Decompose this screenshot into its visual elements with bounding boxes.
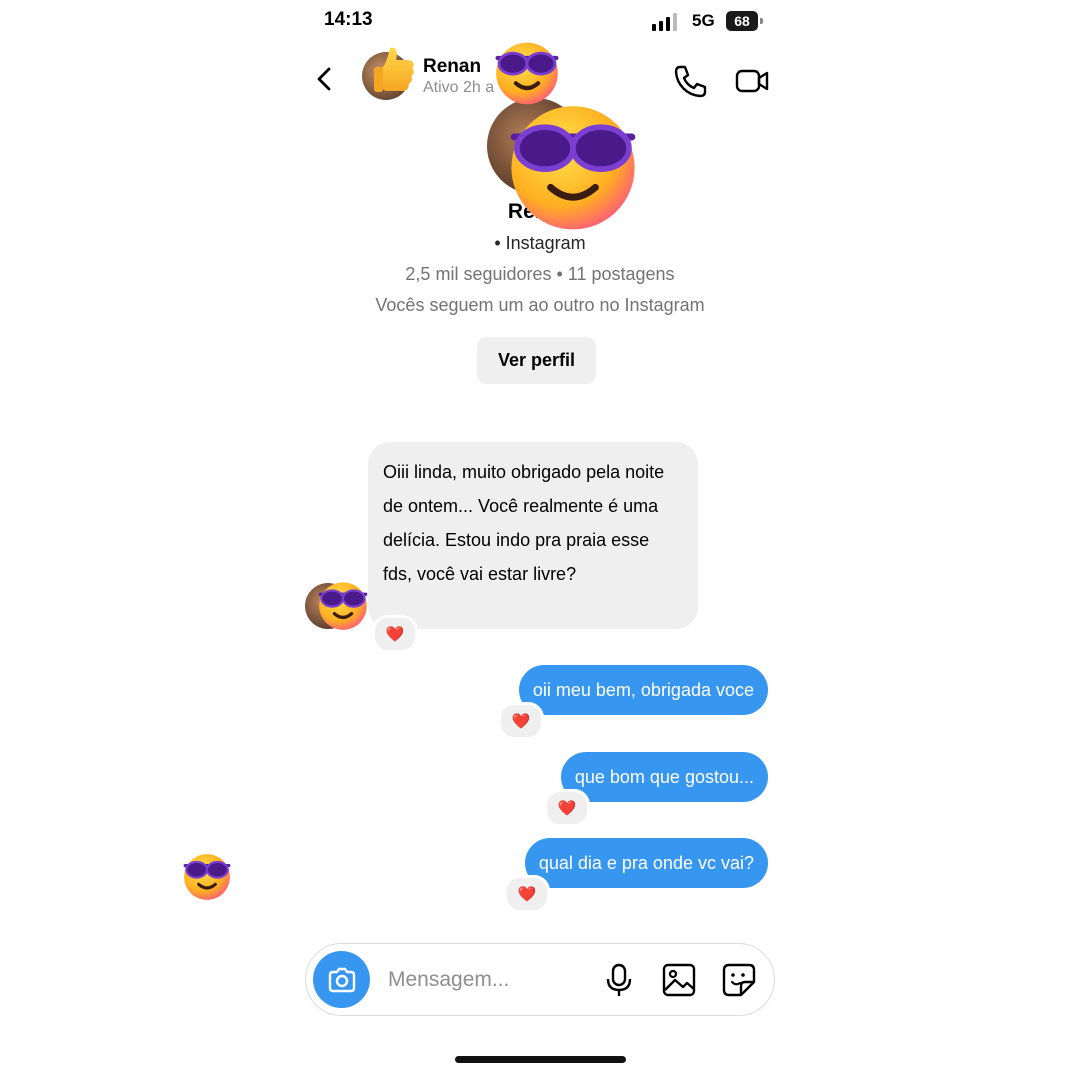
sticker-icon[interactable] — [721, 962, 757, 998]
gallery-icon[interactable] — [661, 962, 697, 998]
message-reaction[interactable]: ❤️ — [504, 875, 550, 913]
microphone-icon[interactable] — [601, 962, 637, 998]
sunglasses-emoji-sticker — [510, 106, 636, 230]
heart-icon: ❤️ — [385, 626, 405, 643]
message-input[interactable] — [388, 960, 588, 1000]
sunglasses-emoji-sticker — [318, 582, 368, 630]
heart-icon: ❤️ — [517, 886, 537, 903]
camera-button[interactable] — [313, 951, 370, 1008]
phone-icon[interactable] — [672, 64, 708, 98]
status-time: 14:13 — [324, 9, 373, 30]
profile-platform: • Instagram — [494, 233, 586, 253]
incoming-message[interactable]: Oiii linda, muito obrigado pela noite de… — [368, 442, 698, 629]
view-profile-button[interactable]: Ver perfil — [477, 337, 596, 384]
header-active-status: Ativo 2h a — [423, 79, 495, 96]
sunglasses-emoji-sticker — [183, 854, 231, 900]
camera-icon — [328, 967, 355, 992]
message-reaction[interactable]: ❤️ — [498, 702, 544, 740]
outgoing-message[interactable]: qual dia e pra onde vc vai? — [524, 838, 768, 888]
back-icon[interactable] — [312, 64, 340, 94]
outgoing-message[interactable]: que bom que gostou... — [560, 752, 768, 802]
battery-icon: 68 — [726, 11, 758, 31]
heart-icon: ❤️ — [511, 713, 531, 730]
network-label: 5G — [692, 11, 715, 30]
heart-icon: ❤️ — [557, 800, 577, 817]
outgoing-message[interactable]: oii meu bem, obrigada voce — [518, 665, 768, 715]
profile-stats: 2,5 mil seguidores • 11 postagens — [405, 264, 675, 284]
mutual-follow-note: Vocês seguem um ao outro no Instagram — [375, 295, 705, 315]
signal-icon — [652, 13, 677, 31]
video-icon[interactable] — [735, 68, 769, 94]
header-contact-name[interactable]: Renan — [423, 56, 481, 78]
thumbs-up-emoji-sticker — [374, 47, 414, 92]
battery-tip — [760, 18, 763, 24]
message-reaction[interactable]: ❤️ — [544, 789, 590, 827]
message-reaction[interactable]: ❤️ — [372, 615, 418, 653]
home-indicator — [455, 1056, 626, 1063]
